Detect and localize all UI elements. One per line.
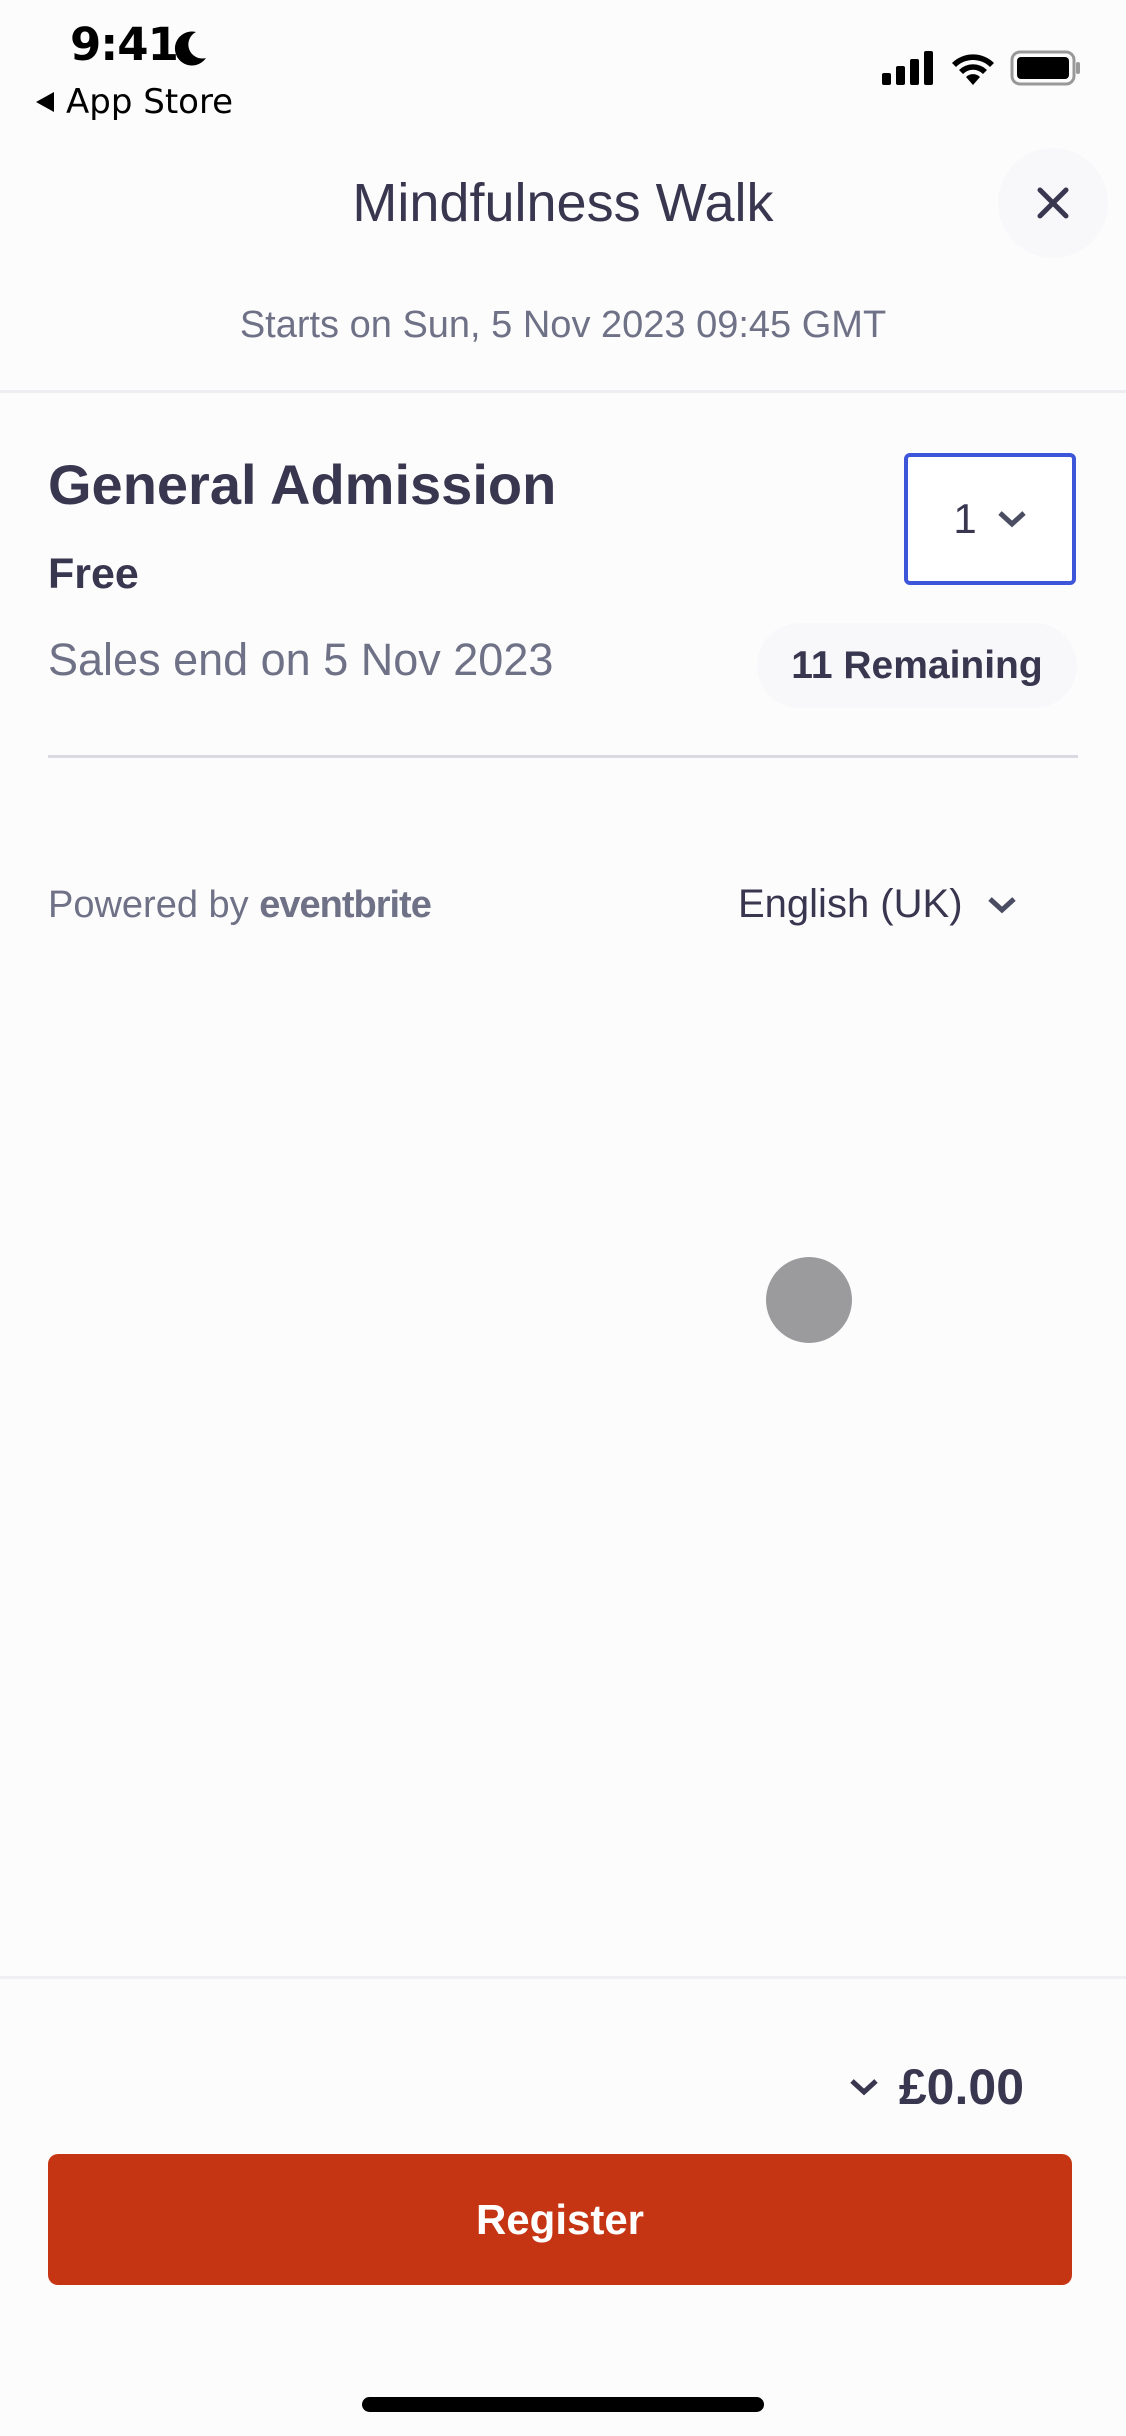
ticket-price: Free (48, 550, 139, 598)
quantity-select[interactable]: 1 (904, 453, 1076, 585)
remaining-badge: 11 Remaining (757, 623, 1077, 708)
chevron-down-icon (850, 2079, 878, 2096)
back-triangle-icon (36, 92, 54, 112)
language-select[interactable]: English (UK) (738, 882, 1017, 927)
ticket-name: General Admission (48, 453, 557, 516)
ticket-divider (48, 755, 1078, 758)
wifi-icon (952, 54, 994, 85)
close-icon (1037, 187, 1069, 219)
back-label: App Store (66, 82, 234, 122)
eventbrite-logo[interactable]: eventbrite (259, 884, 432, 926)
chevron-down-icon (987, 896, 1016, 913)
moon-icon (174, 31, 206, 66)
event-start-date: Starts on Sun, 5 Nov 2023 09:45 GMT (239, 304, 887, 346)
back-to-app-store-link[interactable]: App Store (36, 82, 233, 122)
event-title: Mindfulness Walk (352, 173, 774, 233)
status-icons (882, 50, 1082, 86)
order-total: £0.00 (898, 2059, 1024, 2115)
status-time: 9:41 (70, 18, 179, 71)
home-indicator[interactable] (362, 2397, 764, 2412)
powered-by: Powered by eventbrite (48, 884, 432, 927)
sales-end-date: Sales end on 5 Nov 2023 (48, 634, 554, 685)
powered-by-label: Powered by (48, 884, 249, 926)
battery-icon (1010, 50, 1080, 86)
register-button[interactable]: Register (48, 2154, 1072, 2285)
chevron-down-icon (997, 511, 1026, 528)
order-total-toggle[interactable]: £0.00 (849, 2058, 1024, 2116)
touch-indicator (766, 1257, 852, 1343)
footer-divider (0, 1976, 1126, 1979)
close-button[interactable] (998, 148, 1108, 258)
header-divider (0, 390, 1126, 393)
signal-icon (882, 51, 933, 85)
language-label: English (UK) (738, 882, 963, 926)
quantity-value: 1 (953, 495, 977, 542)
